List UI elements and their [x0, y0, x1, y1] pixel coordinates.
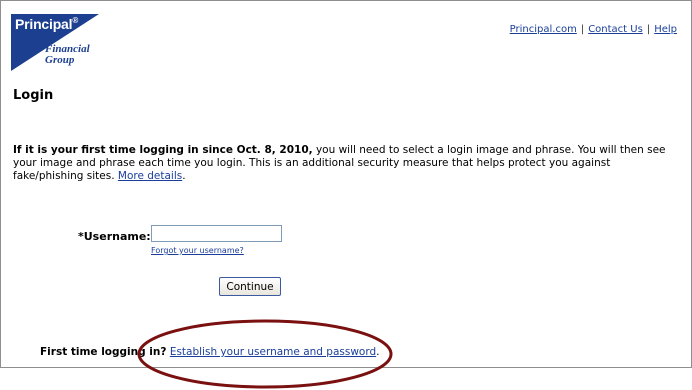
username-label: *Username: — [78, 230, 151, 243]
contact-us-link[interactable]: Contact Us — [588, 24, 643, 35]
intro-period: . — [182, 170, 186, 182]
principal-logo[interactable]: Principal® Financial Group — [11, 14, 99, 71]
page-title: Login — [13, 88, 54, 103]
help-link[interactable]: Help — [654, 24, 677, 35]
first-time-label: First time logging in? — [40, 346, 167, 358]
first-time-period: . — [376, 346, 380, 358]
logo-registered-mark: ® — [72, 16, 79, 25]
top-link-separator: | — [580, 24, 585, 35]
principal-com-link[interactable]: Principal.com — [510, 24, 577, 35]
more-details-link[interactable]: More details — [118, 170, 182, 182]
username-input[interactable] — [151, 225, 282, 242]
establish-account-link[interactable]: Establish your username and password — [170, 346, 376, 358]
top-link-separator: | — [646, 24, 651, 35]
top-links: Principal.com | Contact Us | Help — [510, 24, 677, 35]
intro-bold-text: If it is your first time logging in sinc… — [13, 144, 313, 156]
logo-subline-group: Group — [45, 54, 75, 66]
logo-brand-name: Principal — [15, 16, 73, 32]
continue-button[interactable]: Continue — [219, 277, 281, 296]
logo-subline: Financial Group — [45, 44, 105, 66]
first-time-row: First time logging in? Establish your us… — [40, 346, 380, 358]
intro-paragraph: If it is your first time logging in sinc… — [13, 144, 681, 183]
forgot-username-link[interactable]: Forgot your username? — [151, 246, 244, 255]
